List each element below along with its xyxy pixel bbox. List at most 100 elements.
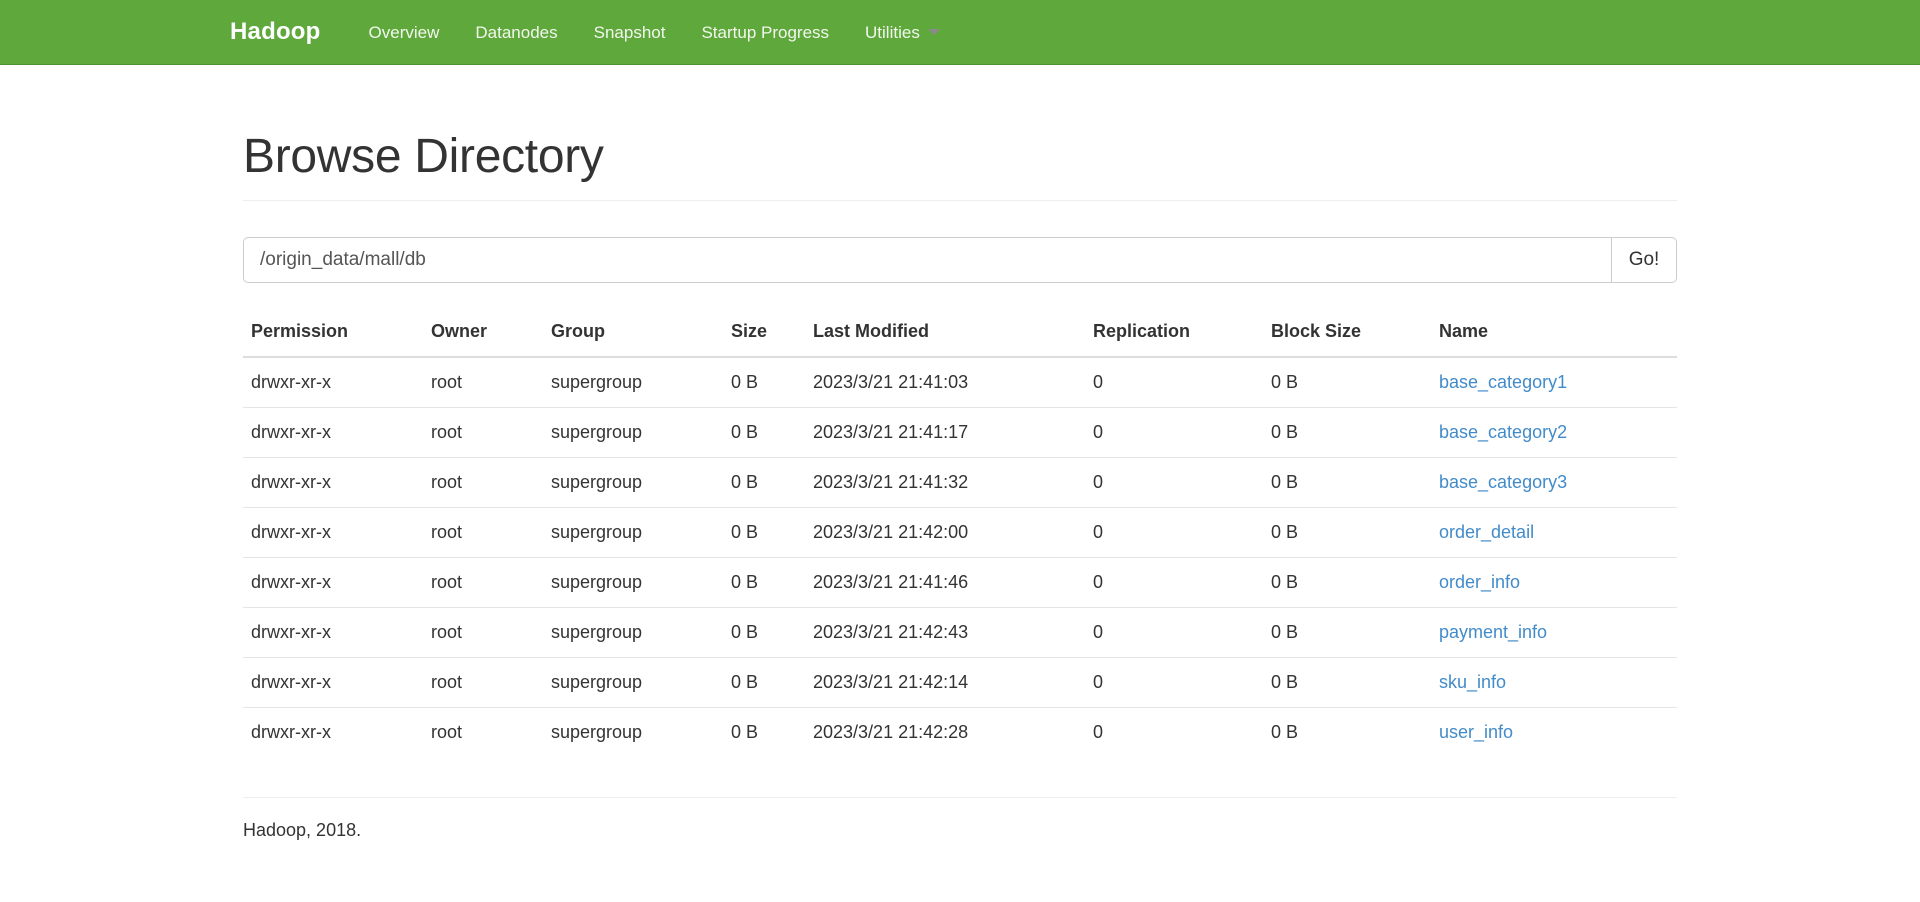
cell-name: sku_info <box>1431 657 1677 708</box>
navbar-link-startup-progress[interactable]: Startup Progress <box>683 24 847 41</box>
cell-block-size: 0 B <box>1263 657 1431 708</box>
cell-permission: drwxr-xr-x <box>243 356 423 408</box>
cell-owner: root <box>423 557 543 608</box>
file-name-link[interactable]: payment_info <box>1439 622 1547 642</box>
cell-block-size: 0 B <box>1271 721 1299 742</box>
table-row: drwxr-xr-x root supergroup 0 B 2023/3/21 21:… <box>243 557 1677 608</box>
table-header-row: Permission Owner Group Size Last Modified Rep… <box>243 308 1677 358</box>
table-row: drwxr-xr-x root supergroup 0 B 2023/3/21 21:… <box>243 507 1677 558</box>
cell-permission: drwxr-xr-x <box>243 457 423 508</box>
navbar-menu: Overview Datanodes Snapshot Startup Progres… <box>351 24 958 41</box>
cell-block-size: 0 B <box>1263 407 1431 458</box>
cell-owner: root <box>431 721 463 742</box>
cell-name: base_category1 <box>1431 356 1677 408</box>
cell-group: supergroup <box>543 407 723 458</box>
cell-owner: root <box>423 507 543 558</box>
cell-group: supergroup <box>543 457 723 508</box>
file-name-link[interactable]: base_category1 <box>1439 372 1567 392</box>
cell-block-size: 0 B <box>1263 557 1431 608</box>
navbar-link-overview[interactable]: Overview <box>351 24 458 41</box>
cell-group: supergroup <box>543 607 723 658</box>
table-row: drwxr-xr-x root supergroup 0 B 2023/3/21 21:… <box>243 657 1677 708</box>
cell-block-size: 0 B <box>1263 607 1431 658</box>
cell-size: 0 B <box>723 457 805 508</box>
page-container: Browse Directory Go! PermissionOwnerGrou… <box>228 65 1692 841</box>
page-title: Browse Directory <box>243 130 604 183</box>
file-name-link[interactable]: base_category3 <box>1439 472 1567 492</box>
cell-size: 0 B <box>731 721 759 742</box>
cell-group: supergroup <box>551 721 643 742</box>
cell-block-size: 0 B <box>1263 356 1431 408</box>
navbar-item-snapshot[interactable]: Snapshot <box>576 24 684 41</box>
navbar-item-label: Snapshot <box>593 22 666 42</box>
cell-group: supergroup <box>543 507 723 558</box>
table-row: drwxr-xr-x root supergroup 0 B 2023/3/21 21:… <box>243 707 1677 757</box>
cell-owner: root <box>423 407 543 458</box>
cell-size: 0 B <box>723 407 805 458</box>
cell-replication: 0 <box>1085 507 1263 558</box>
column-header-last-modified: Last Modified <box>805 308 1085 358</box>
cell-size: 0 B <box>723 657 805 708</box>
cell-group: supergroup <box>543 657 723 708</box>
column-header-group: Group <box>543 308 723 358</box>
navbar-link-datanodes[interactable]: Datanodes <box>457 24 575 41</box>
cell-name: base_category3 <box>1431 457 1677 508</box>
cell-replication: 0 <box>1085 356 1263 408</box>
navbar-link-snapshot[interactable]: Snapshot <box>576 24 684 41</box>
cell-replication: 0 <box>1085 457 1263 508</box>
cell-last-modified: 2023/3/21 21:42:00 <box>805 507 1085 558</box>
directory-listing-table: Permission Owner Group Size Last Modified Rep… <box>243 308 1677 757</box>
column-header-block-size: Block Size <box>1263 308 1431 358</box>
cell-last-modified: 2023/3/21 21:42:43 <box>805 607 1085 658</box>
cell-group: supergroup <box>543 557 723 608</box>
cell-size: 0 B <box>723 507 805 558</box>
cell-name: base_category2 <box>1431 407 1677 458</box>
cell-owner: root <box>423 457 543 508</box>
file-name-link[interactable]: sku_info <box>1439 672 1506 692</box>
navbar-item-overview[interactable]: Overview <box>351 24 458 41</box>
file-name-link[interactable]: user_info <box>1439 722 1513 742</box>
cell-block-size: 0 B <box>1263 457 1431 508</box>
cell-group: supergroup <box>543 356 723 408</box>
cell-last-modified: 2023/3/21 21:41:46 <box>805 557 1085 608</box>
cell-permission: drwxr-xr-x <box>243 607 423 658</box>
cell-permission: drwxr-xr-x <box>243 657 423 708</box>
cell-name: payment_info <box>1431 607 1677 658</box>
cell-replication: 0 <box>1085 607 1263 658</box>
column-header-replication: Replication <box>1085 308 1263 358</box>
cell-block-size: 0 B <box>1263 507 1431 558</box>
column-header-permission: Permission <box>243 308 423 358</box>
file-name-link[interactable]: order_info <box>1439 572 1520 592</box>
cell-name: order_info <box>1431 557 1677 608</box>
cell-replication: 0 <box>1085 557 1263 608</box>
path-bar: Go! <box>243 236 1677 283</box>
directory-path-input[interactable] <box>243 236 1611 283</box>
file-name-link[interactable]: order_detail <box>1439 522 1534 542</box>
cell-name: user_info <box>1431 707 1677 757</box>
top-navbar: Hadoop Overview Datanodes Snapshot Startup … <box>0 0 1920 65</box>
cell-last-modified: 2023/3/21 21:42:14 <box>805 657 1085 708</box>
cell-size: 0 B <box>723 607 805 658</box>
column-header-owner: Owner <box>423 308 543 358</box>
cell-name: order_detail <box>1431 507 1677 558</box>
navbar-item-utilities[interactable]: Utilities <box>847 24 958 41</box>
cell-replication: 0 <box>1085 407 1263 458</box>
footer-text: Hadoop, 2018. <box>243 819 362 840</box>
navbar-link-utilities[interactable]: Utilities <box>847 24 958 41</box>
cell-owner: root <box>423 607 543 658</box>
cell-owner: root <box>423 657 543 708</box>
cell-last-modified: 2023/3/21 21:42:28 <box>813 721 969 742</box>
go-button[interactable]: Go! <box>1611 236 1677 283</box>
cell-permission: drwxr-xr-x <box>243 507 423 558</box>
navbar-item-label: Datanodes <box>475 22 558 42</box>
cell-owner: root <box>423 356 543 408</box>
navbar-item-datanodes[interactable]: Datanodes <box>457 24 575 41</box>
cell-last-modified: 2023/3/21 21:41:32 <box>805 457 1085 508</box>
table-header: Permission Owner Group Size Last Modified Rep… <box>243 308 1677 358</box>
navbar-item-label: Utilities <box>865 22 920 42</box>
file-name-link[interactable]: base_category2 <box>1439 422 1567 442</box>
table-row: drwxr-xr-x root supergroup 0 B 2023/3/21 21:… <box>243 407 1677 458</box>
navbar-brand-hadoop[interactable]: Hadoop <box>230 20 321 44</box>
navbar-item-startup-progress[interactable]: Startup Progress <box>683 24 847 41</box>
cell-permission: drwxr-xr-x <box>251 721 331 742</box>
